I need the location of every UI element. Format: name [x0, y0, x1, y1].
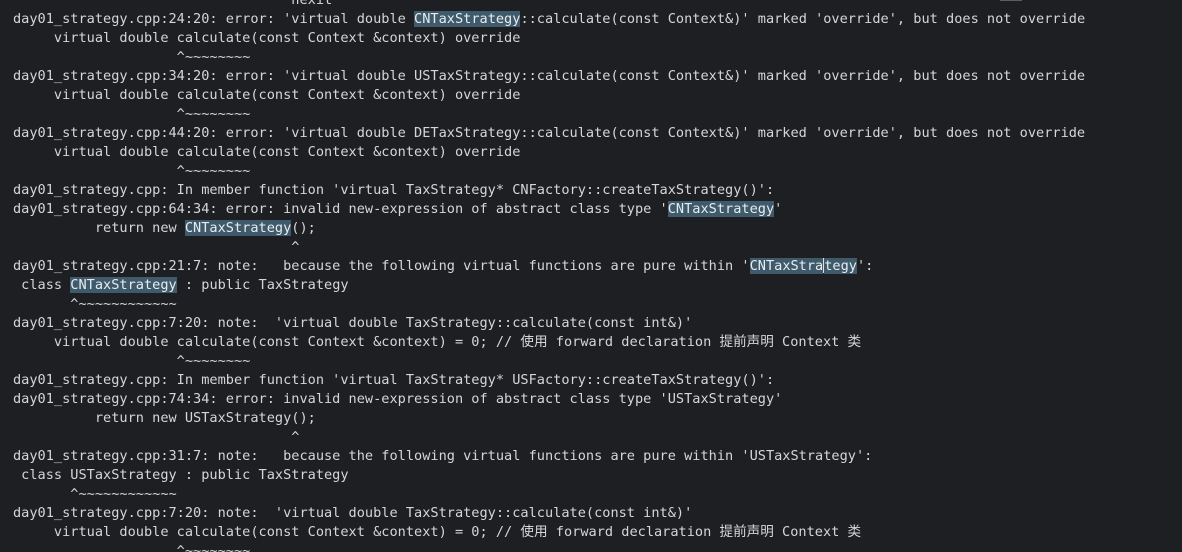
- output-line: ^~~~~~~~~: [13, 542, 1182, 552]
- output-text: ^~~~~~~~~: [13, 163, 251, 179]
- output-line: virtual double calculate(const Context &…: [13, 143, 1182, 162]
- output-text: ::calculate(const Context&)' marked 'ove…: [520, 11, 1086, 27]
- output-text: virtual double calculate(const Context &…: [13, 87, 521, 103]
- output-text: ':: [857, 258, 874, 274]
- output-line: virtual double calculate(const Context &…: [13, 86, 1182, 105]
- search-highlight: CNTaxStrategy: [70, 277, 177, 293]
- output-text: return new USTaxStrategy();: [13, 410, 316, 426]
- output-line: virtual double calculate(const Context &…: [13, 523, 1182, 542]
- output-line: class USTaxStrategy : public TaxStrategy: [13, 466, 1182, 485]
- output-text: ^~~~~~~~~: [13, 543, 251, 552]
- output-line: virtual double calculate(const Context &…: [13, 333, 1182, 352]
- output-text: ^: [13, 239, 300, 255]
- output-line: day01_strategy.cpp:34:20: error: 'virtua…: [13, 67, 1182, 86]
- output-text: ': [774, 201, 783, 217]
- output-text: ^~~~~~~~~: [13, 106, 251, 122]
- output-line: day01_strategy.cpp:7:20: note: 'virtual …: [13, 504, 1182, 523]
- output-text: virtual double calculate(const Context &…: [13, 524, 862, 540]
- output-text: ^nexit: [13, 0, 333, 8]
- output-text: day01_strategy.cpp:24:20: error: 'virtua…: [13, 11, 415, 27]
- output-text: ();: [291, 220, 316, 236]
- output-text: day01_strategy.cpp:44:20: error: 'virtua…: [13, 125, 1086, 141]
- output-line: ^: [13, 238, 1182, 257]
- output-line: ^~~~~~~~~: [13, 105, 1182, 124]
- output-line: ^~~~~~~~~: [13, 48, 1182, 67]
- output-line: virtual double calculate(const Context &…: [13, 29, 1182, 48]
- output-line: return new USTaxStrategy();: [13, 409, 1182, 428]
- output-line: day01_strategy.cpp:64:34: error: invalid…: [13, 200, 1182, 219]
- output-line: ^~~~~~~~~: [13, 352, 1182, 371]
- output-line: day01_strategy.cpp:7:20: note: 'virtual …: [13, 314, 1182, 333]
- output-line: ^~~~~~~~~: [13, 162, 1182, 181]
- output-text: day01_strategy.cpp:21:7: note: because t…: [13, 258, 750, 274]
- output-text: virtual double calculate(const Context &…: [13, 334, 862, 350]
- search-highlight: CNTaxStrategy: [414, 11, 521, 27]
- output-text: day01_strategy.cpp:34:20: error: 'virtua…: [13, 68, 1086, 84]
- output-line: ^: [13, 428, 1182, 447]
- search-highlight: tegy: [824, 258, 857, 274]
- output-text: day01_strategy.cpp:64:34: error: invalid…: [13, 201, 668, 217]
- search-highlight: CNTaxStra: [749, 258, 824, 274]
- output-text: day01_strategy.cpp:74:34: error: invalid…: [13, 391, 783, 407]
- terminal-output[interactable]: ^nexit day01_strategy.cpp:24:20: error: '…: [0, 0, 1182, 552]
- output-text: ^~~~~~~~~: [13, 49, 251, 65]
- output-text: class USTaxStrategy : public TaxStrategy: [13, 467, 349, 483]
- output-line: ^~~~~~~~~~~~~: [13, 295, 1182, 314]
- output-line: day01_strategy.cpp: In member function '…: [13, 181, 1182, 200]
- output-line: ^nexit: [13, 0, 1182, 10]
- output-text: ^: [13, 429, 300, 445]
- compiler-output-lines: ^nexit day01_strategy.cpp:24:20: error: '…: [13, 0, 1182, 552]
- output-text: virtual double calculate(const Context &…: [13, 144, 521, 160]
- output-text: ^~~~~~~~~: [13, 353, 251, 369]
- output-text: : public TaxStrategy: [176, 277, 349, 293]
- output-text: class: [13, 277, 71, 293]
- search-highlight: CNTaxStrategy: [667, 201, 775, 217]
- output-line: day01_strategy.cpp:21:7: note: because t…: [13, 257, 1182, 276]
- output-text: day01_strategy.cpp:7:20: note: 'virtual …: [13, 505, 693, 521]
- output-text: day01_strategy.cpp: In member function '…: [13, 182, 775, 198]
- output-line: class CNTaxStrategy : public TaxStrategy: [13, 276, 1182, 295]
- output-line: ^~~~~~~~~~~~~: [13, 485, 1182, 504]
- output-line: return new CNTaxStrategy();: [13, 219, 1182, 238]
- scrollbar[interactable]: [1172, 0, 1182, 552]
- output-text: ^~~~~~~~~~~~~: [13, 296, 177, 312]
- search-highlight: CNTaxStrategy: [184, 220, 292, 236]
- output-text: day01_strategy.cpp:7:20: note: 'virtual …: [13, 315, 693, 331]
- output-text: ^~~~~~~~~~~~~: [13, 486, 177, 502]
- output-line: day01_strategy.cpp:74:34: error: invalid…: [13, 390, 1182, 409]
- output-line: day01_strategy.cpp:44:20: error: 'virtua…: [13, 124, 1182, 143]
- output-text: return new: [13, 220, 185, 236]
- output-text: virtual double calculate(const Context &…: [13, 30, 521, 46]
- output-text: day01_strategy.cpp: In member function '…: [13, 372, 775, 388]
- output-line: day01_strategy.cpp:24:20: error: 'virtua…: [13, 10, 1182, 29]
- output-line: day01_strategy.cpp: In member function '…: [13, 371, 1182, 390]
- output-line: day01_strategy.cpp:31:7: note: because t…: [13, 447, 1182, 466]
- output-text: day01_strategy.cpp:31:7: note: because t…: [13, 448, 873, 464]
